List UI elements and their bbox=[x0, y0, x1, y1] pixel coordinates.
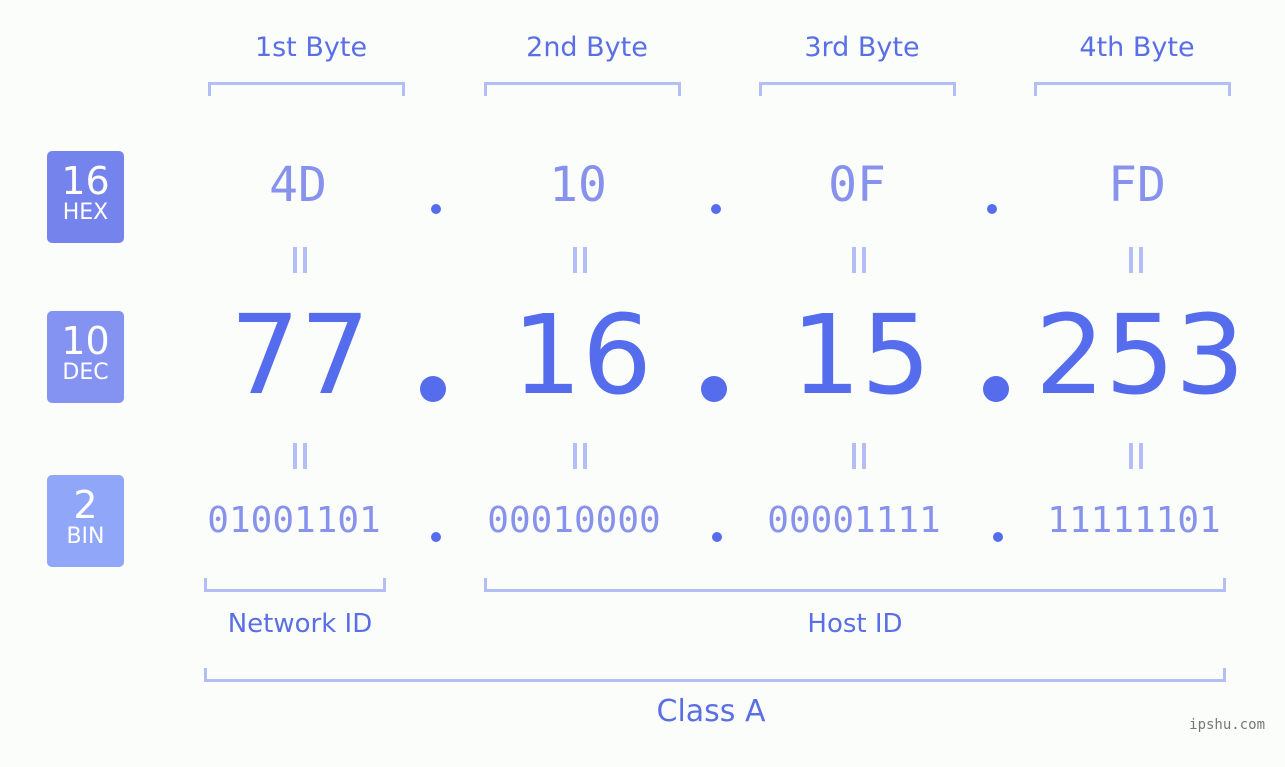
byte-bracket-3 bbox=[759, 82, 956, 96]
hex-value-1: 4D bbox=[269, 157, 327, 213]
equals-icon bbox=[852, 247, 866, 273]
hex-badge-base: 16 bbox=[61, 159, 110, 203]
host-id-label: Host ID bbox=[807, 609, 903, 639]
hex-dot-separator bbox=[711, 204, 721, 214]
equals-icon bbox=[573, 443, 587, 469]
bin-badge: 2 BIN bbox=[47, 475, 124, 567]
hex-value-2: 10 bbox=[549, 157, 607, 213]
dec-value-3: 15 bbox=[791, 291, 931, 419]
hex-value-3: 0F bbox=[828, 157, 886, 213]
byte-label-2: 2nd Byte bbox=[526, 32, 648, 63]
byte-bracket-4 bbox=[1034, 82, 1231, 96]
watermark: ipshu.com bbox=[1189, 717, 1265, 733]
byte-label-4: 4th Byte bbox=[1079, 32, 1195, 63]
hex-value-4: FD bbox=[1108, 157, 1166, 213]
network-id-bracket bbox=[204, 578, 386, 592]
byte-bracket-2 bbox=[484, 82, 681, 96]
byte-label-1: 1st Byte bbox=[254, 32, 368, 63]
hex-badge: 16 HEX bbox=[47, 151, 124, 243]
host-id-bracket bbox=[484, 578, 1226, 592]
bin-badge-base: 2 bbox=[73, 483, 98, 527]
equals-icon bbox=[293, 443, 307, 469]
bin-dot-separator bbox=[712, 532, 722, 542]
equals-icon bbox=[573, 247, 587, 273]
dec-dot-separator bbox=[701, 376, 727, 402]
class-bracket bbox=[204, 668, 1226, 682]
bin-badge-label: BIN bbox=[66, 524, 105, 549]
dec-dot-separator bbox=[420, 376, 446, 402]
dec-value-1: 77 bbox=[230, 291, 370, 419]
equals-icon bbox=[293, 247, 307, 273]
bin-value-3: 00001111 bbox=[767, 500, 941, 541]
dec-badge-label: DEC bbox=[62, 360, 109, 385]
bin-value-1: 01001101 bbox=[207, 500, 381, 541]
bin-value-4: 11111101 bbox=[1047, 500, 1221, 541]
hex-badge-label: HEX bbox=[62, 200, 109, 225]
equals-icon bbox=[1129, 443, 1143, 469]
bin-dot-separator bbox=[993, 532, 1003, 542]
equals-icon bbox=[1129, 247, 1143, 273]
bin-dot-separator bbox=[431, 532, 441, 542]
class-label: Class A bbox=[656, 694, 766, 729]
dec-dot-separator bbox=[983, 376, 1009, 402]
equals-icon bbox=[852, 443, 866, 469]
dec-badge: 10 DEC bbox=[47, 311, 124, 403]
dec-value-4: 253 bbox=[1035, 291, 1245, 419]
bin-value-2: 00010000 bbox=[487, 500, 661, 541]
byte-bracket-1 bbox=[208, 82, 405, 96]
hex-dot-separator bbox=[987, 204, 997, 214]
byte-label-3: 3rd Byte bbox=[804, 32, 920, 63]
network-id-label: Network ID bbox=[227, 609, 373, 639]
hex-dot-separator bbox=[431, 204, 441, 214]
dec-value-2: 16 bbox=[512, 291, 652, 419]
dec-badge-base: 10 bbox=[61, 319, 110, 363]
